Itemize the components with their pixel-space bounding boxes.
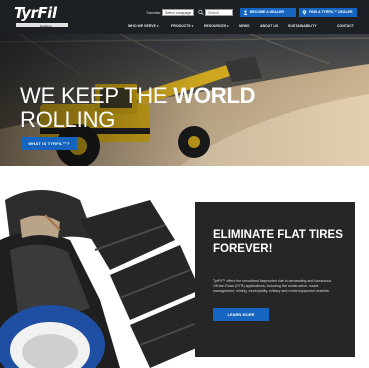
translate-label: Translate — [146, 11, 161, 15]
nav-item-label: SUSTAINABILITY — [288, 24, 317, 28]
chevron-down-icon: ▾ — [191, 24, 194, 28]
nav-item-label: WHO WE SERVE — [128, 24, 156, 28]
become-dealer-label: BECOME A DEALER — [250, 10, 284, 14]
nav-item-label: RESOURCES — [204, 24, 227, 28]
nav-item-products[interactable]: PRODUCTS ▾ — [171, 24, 193, 28]
search-input[interactable]: Search — [205, 9, 233, 16]
logo-subtext: Resilient — [40, 24, 52, 28]
search-icon[interactable] — [198, 9, 204, 16]
map-pin-icon — [302, 10, 307, 15]
hero-title-bold: WORLD — [173, 83, 256, 108]
logo-text: TyrFil — [14, 4, 57, 22]
nav-item-about-us[interactable]: ABOUT US — [260, 24, 278, 28]
nav-item-news[interactable]: NEWS — [239, 24, 250, 28]
hero-section: WE KEEP THE WORLD ROLLING WHAT IS TYRFIL… — [0, 34, 369, 166]
hero-title-part1: WE KEEP THE — [20, 83, 174, 108]
feature-title: ELIMINATE FLAT TIRES FOREVER! — [213, 229, 343, 255]
user-icon — [243, 10, 248, 15]
find-dealer-button[interactable]: FIND A TYRFIL™ DEALER — [299, 8, 357, 17]
nav-item-label: CONTACT — [337, 24, 354, 28]
tyrfil-logo[interactable]: TyrFil Resilient — [14, 4, 72, 30]
chevron-down-icon: ▾ — [156, 24, 159, 28]
nav-item-who-we-serve[interactable]: WHO WE SERVE ▾ — [128, 24, 158, 28]
feature-panel: ELIMINATE FLAT TIRES FOREVER! TyrFil™ of… — [195, 202, 355, 357]
feature-description: TyrFil™ offers the smoothest flatproofed… — [213, 279, 332, 294]
nav-item-label: ABOUT US — [260, 24, 279, 28]
language-select[interactable]: Select Language — [162, 9, 194, 16]
page: TyrFil Resilient Translate Select Langua… — [0, 0, 369, 368]
chevron-down-icon: ▾ — [227, 24, 229, 28]
nav-item-resources[interactable]: RESOURCES ▾ — [204, 24, 229, 28]
hero-title: WE KEEP THE WORLD ROLLING — [20, 83, 256, 132]
what-is-tyrfil-button[interactable]: WHAT IS TYRFIL™? — [21, 137, 77, 150]
learn-more-button[interactable]: LEARN MORE — [213, 308, 269, 321]
site-header: TyrFil Resilient Translate Select Langua… — [0, 0, 369, 34]
become-dealer-button[interactable]: BECOME A DEALER — [240, 8, 296, 17]
find-dealer-label: FIND A TYRFIL™ DEALER — [309, 10, 353, 14]
feature-section: ELIMINATE FLAT TIRES FOREVER! TyrFil™ of… — [0, 166, 369, 368]
nav-item-label: PRODUCTS — [171, 24, 191, 28]
nav-item-contact[interactable]: CONTACT — [337, 24, 354, 28]
nav-item-label: NEWS — [239, 24, 250, 28]
nav-item-sustainability[interactable]: SUSTAINABILITY — [288, 24, 317, 28]
hero-title-part2: ROLLING — [20, 107, 116, 132]
